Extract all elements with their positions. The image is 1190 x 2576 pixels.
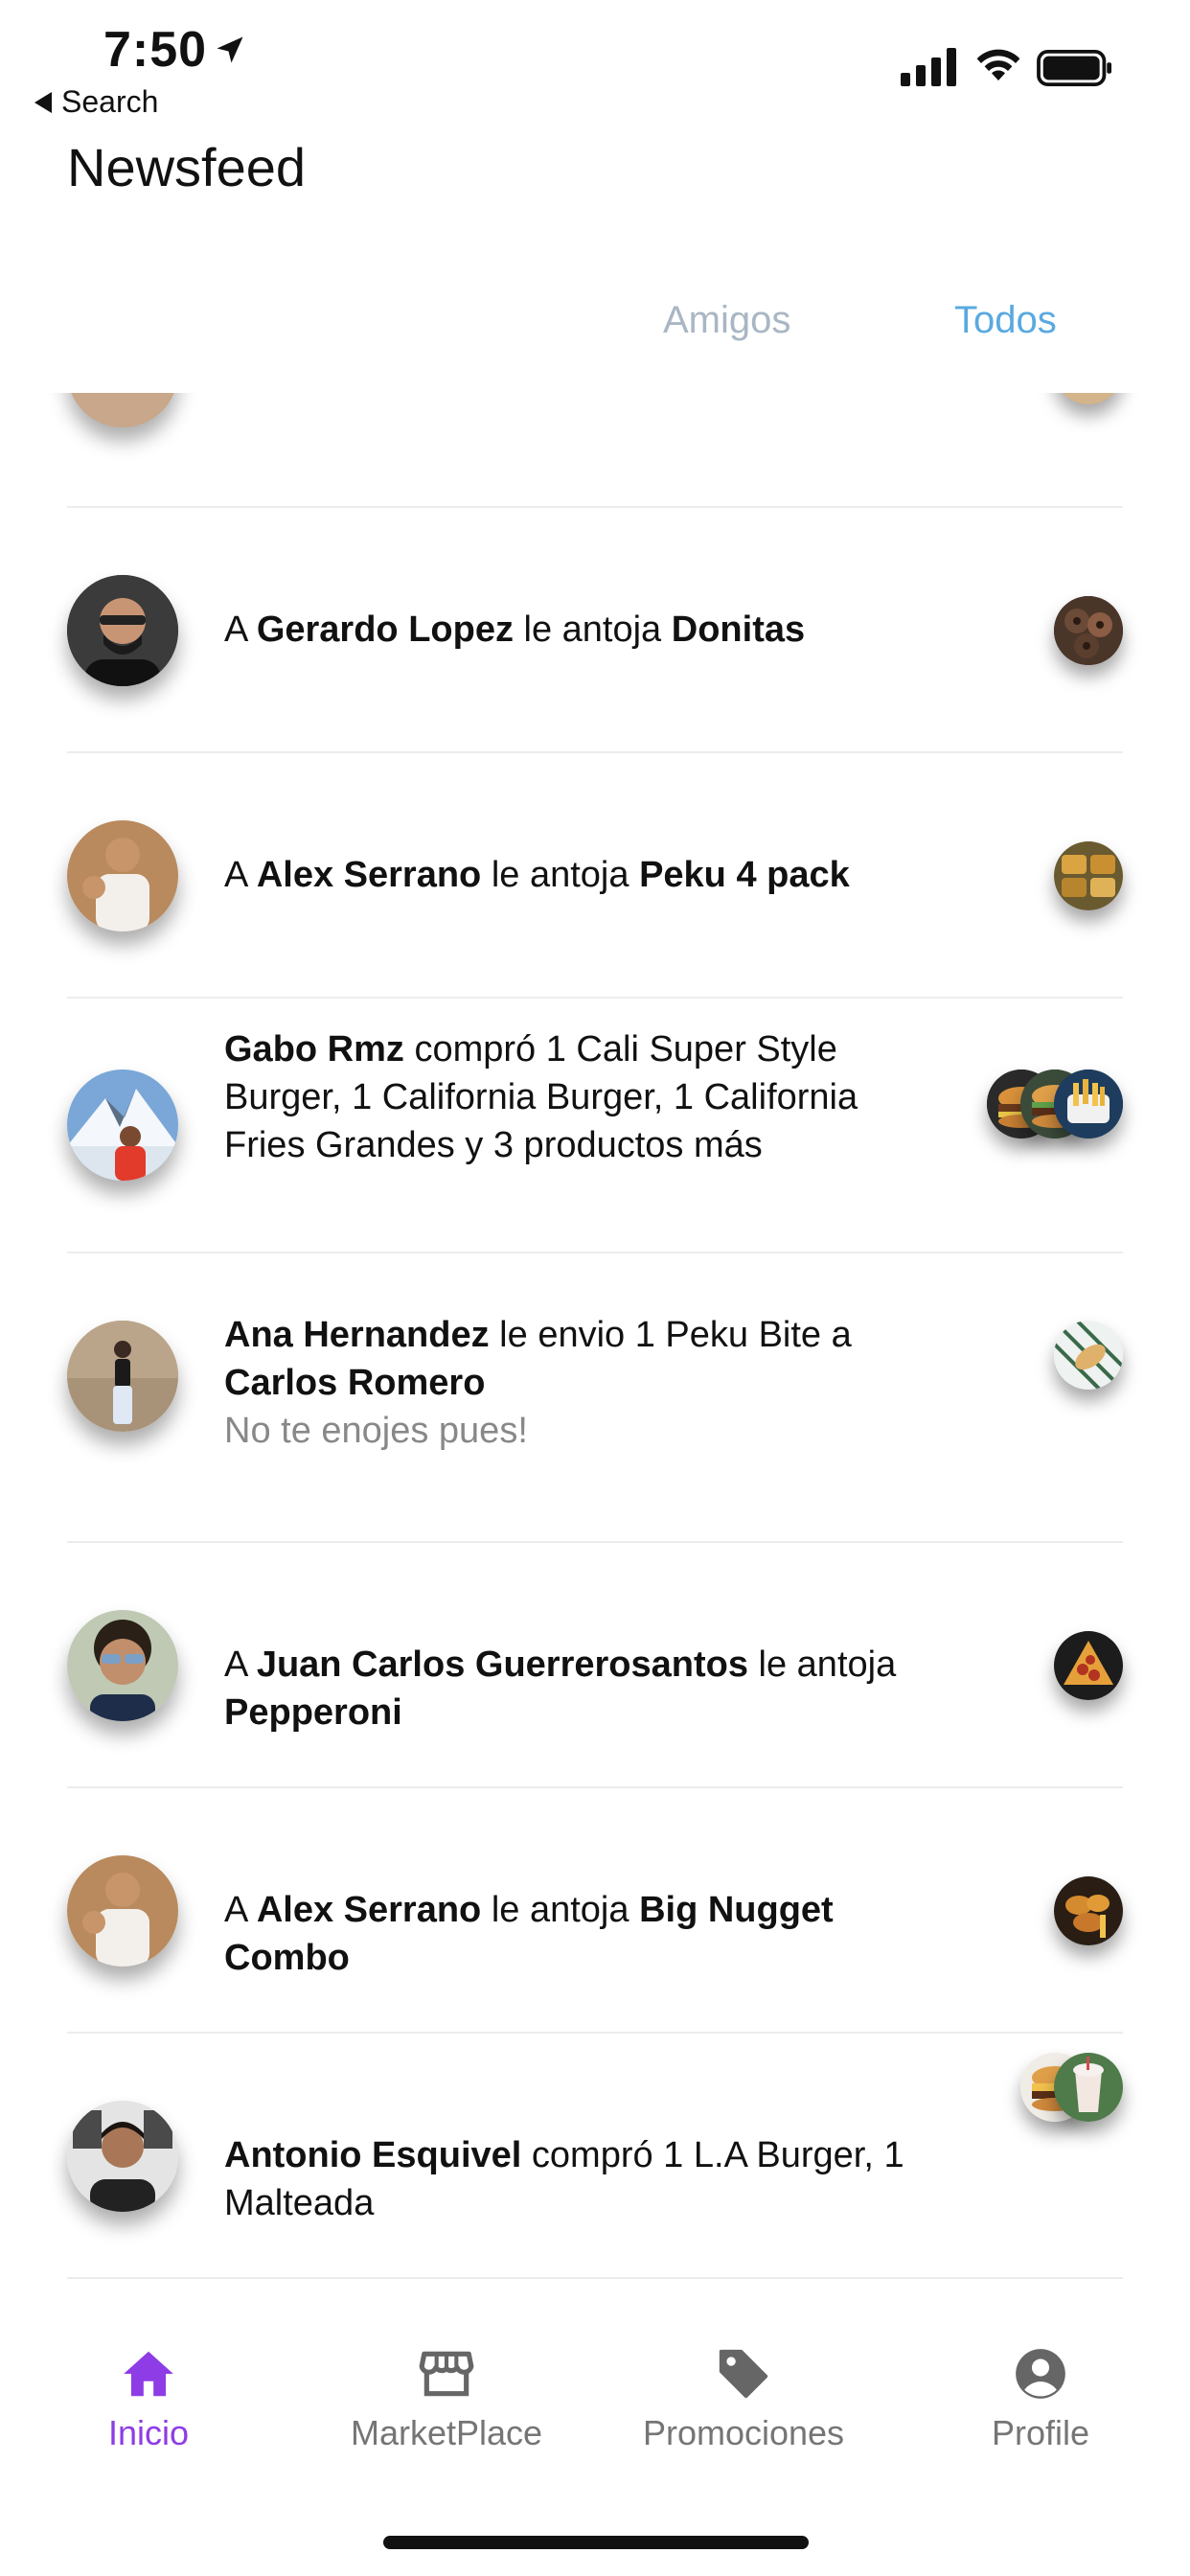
- food-thumbnail: [1054, 2053, 1123, 2122]
- list-item[interactable]: Antonio Esquivel compró 1 L.A Burger, 1 …: [67, 2034, 1123, 2279]
- tab-amigos[interactable]: Amigos: [663, 299, 790, 342]
- nav-label: MarketPlace: [350, 2413, 543, 2452]
- food-thumbnail: [1054, 596, 1123, 665]
- avatar: [67, 1610, 178, 1721]
- list-item[interactable]: A Alex Serrano le antoja Peku 4 pack: [67, 753, 1123, 999]
- list-item[interactable]: Ana Hernandez le envio 1 Peku Bite a Car…: [67, 1254, 1123, 1543]
- food-thumbnail: [1054, 1070, 1123, 1138]
- back-arrow-icon: [34, 91, 52, 113]
- avatar: [67, 2101, 178, 2212]
- avatar: [67, 1070, 178, 1181]
- home-icon: [124, 2351, 173, 2397]
- food-thumbnail: [1054, 1876, 1123, 1945]
- feed-item-text: Gabo Rmz compró 1 Cali Super Style Burge…: [224, 1029, 858, 1165]
- avatar: [67, 393, 178, 427]
- nav-profile[interactable]: Profile: [916, 2344, 1165, 2453]
- feed-item-text: A Alex Serrano le antoja Big Nugget Comb…: [224, 1890, 834, 1978]
- food-thumbnail: [1054, 1631, 1123, 1700]
- page-title: Newsfeed: [67, 137, 307, 197]
- avatar: [67, 1855, 178, 1966]
- location-arrow-icon: [217, 36, 243, 63]
- avatar: [67, 575, 178, 686]
- bottom-navigation: Inicio MarketPlace Promociones Profile: [0, 2319, 1190, 2472]
- status-time: 7:50: [103, 22, 208, 78]
- list-item[interactable]: Gabo Rmz compró 1 Cali Super Style Burge…: [67, 999, 1123, 1254]
- nav-label: Profile: [991, 2413, 1090, 2452]
- nav-marketplace[interactable]: MarketPlace: [322, 2344, 571, 2453]
- feed-item-text: A Juan Carlos Guerrerosantos le antoja P…: [224, 1644, 897, 1733]
- back-to-search-button[interactable]: Search: [34, 84, 158, 120]
- tab-todos[interactable]: Todos: [954, 299, 1057, 342]
- newsfeed-list: A Gerardo Lopez le antoja Donitas A Alex…: [0, 393, 1190, 2281]
- home-indicator[interactable]: [383, 2536, 809, 2549]
- cellular-signal-icon: [901, 48, 956, 86]
- list-item[interactable]: A Gerardo Lopez le antoja Donitas: [67, 508, 1123, 753]
- feed-item-text: A Alex Serrano le antoja Peku 4 pack: [224, 855, 850, 895]
- back-search-label: Search: [61, 84, 159, 119]
- nav-inicio[interactable]: Inicio: [24, 2344, 273, 2453]
- food-thumbnail: [1054, 393, 1123, 404]
- nav-promociones[interactable]: Promociones: [619, 2344, 868, 2453]
- food-thumbnail: [1054, 1321, 1123, 1390]
- status-bar: 7:50 Search: [0, 0, 1190, 125]
- feed-item-message: No te enojes pues!: [224, 1411, 528, 1451]
- feed-item-text: A Gerardo Lopez le antoja Donitas: [224, 610, 806, 650]
- wifi-icon: [976, 49, 1020, 80]
- avatar: [67, 820, 178, 932]
- list-item[interactable]: [67, 393, 1123, 508]
- list-item[interactable]: A Alex Serrano le antoja Big Nugget Comb…: [67, 1788, 1123, 2034]
- feed-item-text: Ana Hernandez le envio 1 Peku Bite a Car…: [224, 1315, 852, 1451]
- list-item[interactable]: A Juan Carlos Guerrerosantos le antoja P…: [67, 1543, 1123, 1788]
- feed-tabs: Amigos Todos: [0, 288, 1190, 364]
- avatar: [67, 1321, 178, 1432]
- food-thumbnail: [1054, 841, 1123, 910]
- profile-icon: [1016, 2349, 1065, 2399]
- feed-item-text: Antonio Esquivel compró 1 L.A Burger, 1 …: [224, 2135, 904, 2223]
- nav-label: Promociones: [642, 2413, 845, 2452]
- battery-icon: [1037, 50, 1111, 86]
- tag-icon: [719, 2349, 768, 2399]
- store-icon: [419, 2351, 474, 2397]
- nav-label: Inicio: [107, 2413, 190, 2452]
